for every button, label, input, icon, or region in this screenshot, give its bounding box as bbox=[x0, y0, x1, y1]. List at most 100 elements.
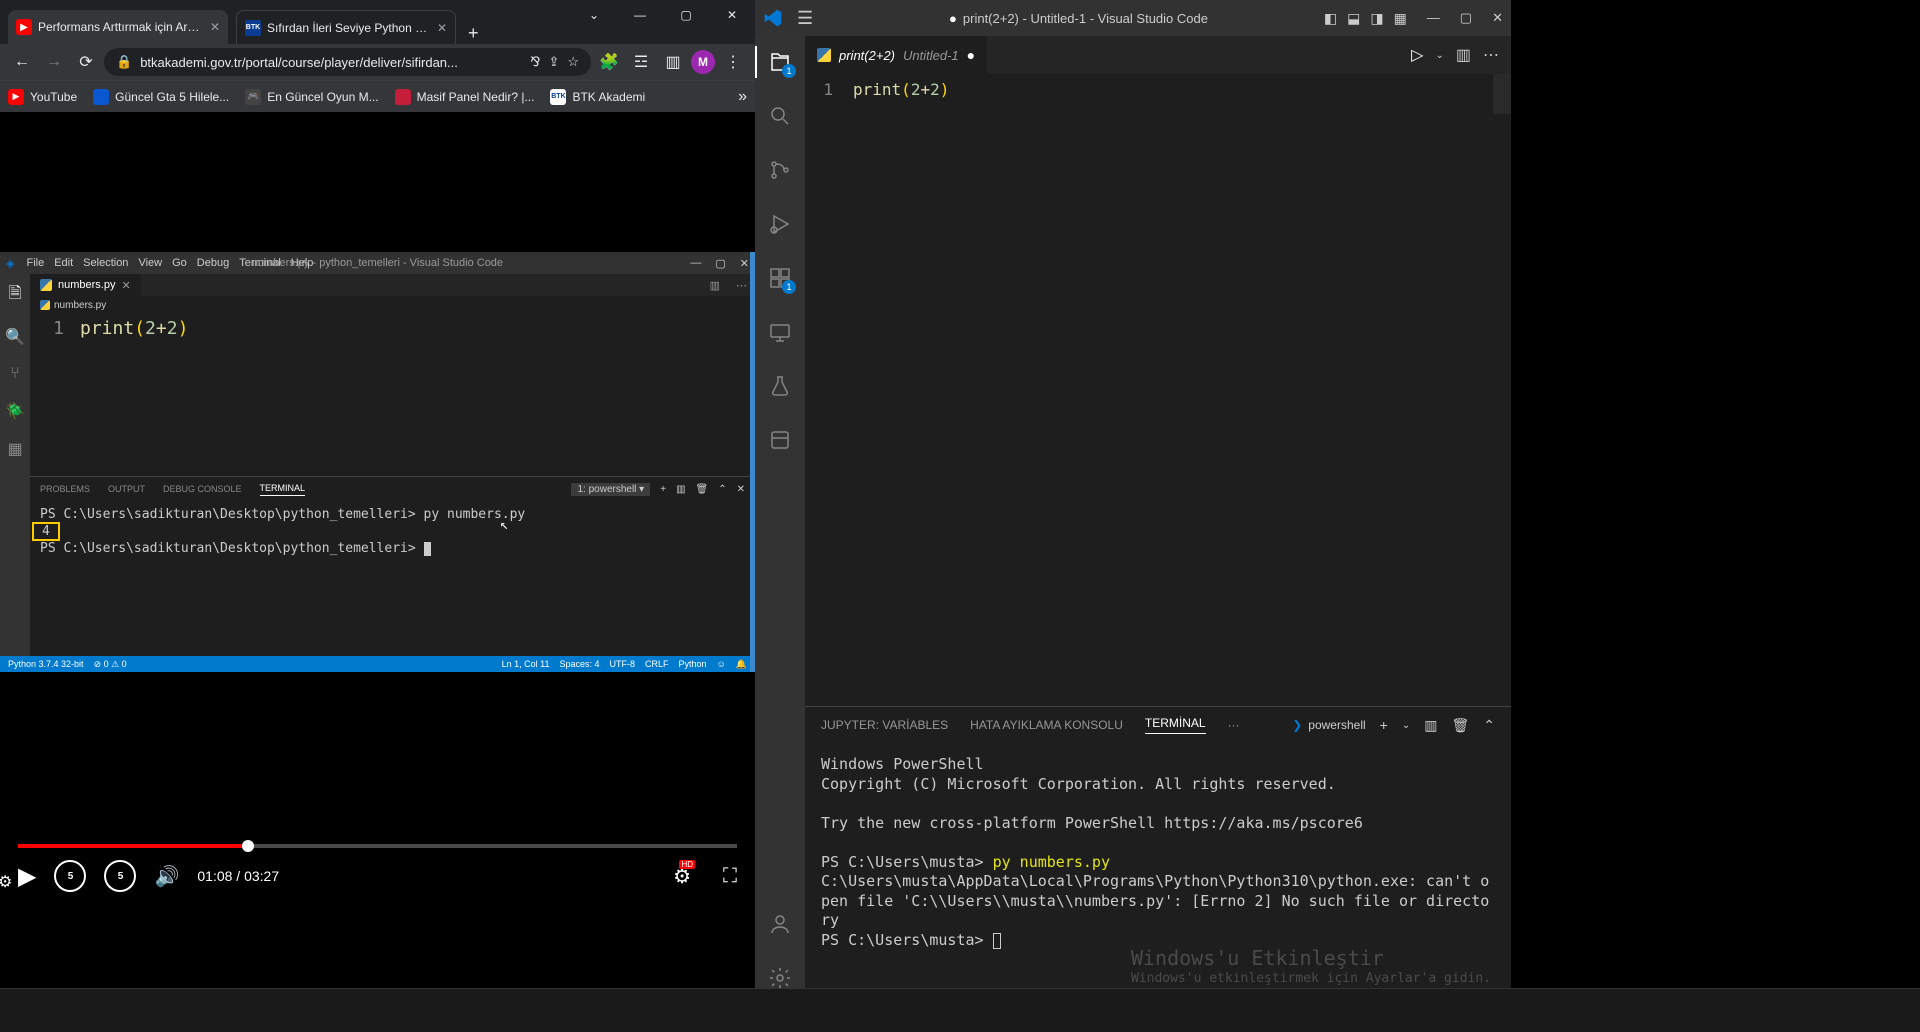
status-errors[interactable]: ⊘ 0 ⚠ 0 bbox=[94, 659, 127, 670]
status-position[interactable]: Ln 1, Col 11 bbox=[502, 659, 550, 670]
split-terminal-icon[interactable]: ▥ bbox=[1424, 717, 1437, 734]
maximize-button[interactable]: ▢ bbox=[663, 0, 709, 30]
bookmark-youtube[interactable]: ▶YouTube bbox=[8, 89, 77, 105]
extensions-icon[interactable]: ▦ bbox=[7, 439, 22, 459]
menu-view[interactable]: View bbox=[138, 257, 162, 269]
panel-tab-debug[interactable]: DEBUG CONSOLE bbox=[163, 484, 242, 494]
url-bar[interactable]: 🔒 btkakademi.gov.tr/portal/course/player… bbox=[104, 48, 591, 76]
maximize-icon[interactable]: ▢ bbox=[715, 257, 725, 270]
maximize-panel-icon[interactable]: ⌃ bbox=[1483, 717, 1495, 734]
rewind-button[interactable]: 5 bbox=[54, 860, 86, 892]
quality-settings-button[interactable]: ⚙HD bbox=[673, 864, 691, 889]
bookmarks-overflow[interactable]: » bbox=[738, 88, 747, 106]
volume-icon[interactable]: 🔊 bbox=[154, 864, 179, 889]
panel-tab-problems[interactable]: PROBLEMS bbox=[40, 484, 90, 494]
debug-icon[interactable]: 🪲 bbox=[5, 401, 25, 421]
bookmark-btk[interactable]: BTKBTK Akademi bbox=[550, 89, 645, 105]
forward-button[interactable]: 5 bbox=[104, 860, 136, 892]
browser-tab-0[interactable]: ▶ Performans Arttırmak için Araç Y... ✕ bbox=[8, 10, 228, 44]
terminal-dropdown-icon[interactable]: ⌄ bbox=[1402, 720, 1410, 731]
trash-icon[interactable]: 🗑 bbox=[1451, 717, 1469, 734]
editor-tab[interactable]: print(2+2) Untitled-1 ● bbox=[805, 36, 987, 74]
close-button[interactable]: ✕ bbox=[1492, 10, 1503, 26]
translate-icon[interactable]: ⅋ bbox=[530, 54, 540, 70]
menu-selection[interactable]: Selection bbox=[83, 257, 128, 269]
minimap[interactable] bbox=[1493, 74, 1511, 114]
minimize-button[interactable]: — bbox=[617, 0, 663, 30]
extensions-icon[interactable]: 🧩 bbox=[595, 48, 623, 76]
minimize-icon[interactable]: — bbox=[690, 257, 701, 270]
back-button[interactable]: ← bbox=[8, 48, 36, 76]
layout-panel-icon[interactable]: ⬓ bbox=[1347, 10, 1360, 27]
split-editor-icon[interactable]: ▥ bbox=[1456, 45, 1471, 65]
explorer-icon[interactable]: 1 bbox=[766, 48, 794, 76]
maximize-button[interactable]: ▢ bbox=[1460, 10, 1472, 26]
browser-tab-1[interactable]: BTK Sıfırdan İleri Seviye Python Prog...… bbox=[236, 10, 456, 44]
star-icon[interactable]: ☆ bbox=[567, 54, 579, 70]
menu-file[interactable]: File bbox=[26, 257, 44, 269]
panel-icon[interactable]: ▥ bbox=[659, 48, 687, 76]
new-terminal-icon[interactable]: + bbox=[660, 484, 666, 495]
split-terminal-icon[interactable]: ▥ bbox=[676, 484, 685, 495]
menu-edit[interactable]: Edit bbox=[54, 257, 73, 269]
close-icon[interactable]: ✕ bbox=[437, 21, 447, 35]
editor-tab[interactable]: numbers.py ✕ bbox=[30, 274, 141, 296]
fullscreen-button[interactable]: ⛶ bbox=[723, 865, 737, 888]
testing-icon[interactable] bbox=[766, 372, 794, 400]
terminal-selector[interactable]: 1: powershell ▾ bbox=[571, 483, 650, 496]
breadcrumb[interactable]: numbers.py bbox=[30, 296, 755, 314]
status-python[interactable]: Python 3.7.4 32-bit bbox=[8, 659, 84, 670]
bookmark-oyun[interactable]: 🎮En Güncel Oyun M... bbox=[245, 89, 378, 105]
reading-list-icon[interactable]: ☲ bbox=[627, 48, 655, 76]
layout-sidebar-left-icon[interactable]: ◧ bbox=[1324, 10, 1337, 27]
close-panel-icon[interactable]: ✕ bbox=[737, 484, 745, 495]
play-button[interactable]: ▶ bbox=[18, 862, 36, 891]
menu-go[interactable]: Go bbox=[172, 257, 187, 269]
terminal-shell-label[interactable]: ❯powershell bbox=[1292, 718, 1365, 732]
remote-icon[interactable] bbox=[766, 318, 794, 346]
progress-thumb[interactable] bbox=[242, 840, 254, 852]
panel-more-icon[interactable]: ··· bbox=[1228, 718, 1240, 732]
layout-customize-icon[interactable]: ▦ bbox=[1394, 10, 1407, 27]
status-encoding[interactable]: UTF-8 bbox=[610, 659, 636, 670]
source-control-icon[interactable]: ⑂ bbox=[10, 365, 20, 383]
menu-button[interactable]: ⋮ bbox=[719, 48, 747, 76]
close-button[interactable]: ✕ bbox=[709, 0, 755, 30]
panel-tab-debug[interactable]: HATA AYIKLAMA KONSOLU bbox=[970, 718, 1123, 732]
video-settings-icon[interactable]: ⚙ bbox=[0, 872, 12, 892]
status-eol[interactable]: CRLF bbox=[645, 659, 669, 670]
run-button[interactable]: ▷ bbox=[1411, 45, 1423, 65]
status-bell-icon[interactable]: 🔔 bbox=[736, 659, 747, 670]
status-feedback-icon[interactable]: ☺ bbox=[717, 659, 726, 670]
bookmark-gta[interactable]: Güncel Gta 5 Hilele... bbox=[93, 89, 229, 105]
search-icon[interactable]: 🔍 bbox=[5, 327, 25, 347]
panel-tab-terminal[interactable]: TERMİNAL bbox=[1145, 716, 1206, 734]
run-dropdown-icon[interactable]: ⌄ bbox=[1435, 50, 1443, 61]
share-icon[interactable]: ⇪ bbox=[548, 54, 559, 70]
extensions-icon[interactable]: 1 bbox=[766, 264, 794, 292]
forward-button[interactable]: → bbox=[40, 48, 68, 76]
profile-avatar[interactable]: M bbox=[691, 50, 715, 74]
new-terminal-icon[interactable]: + bbox=[1380, 717, 1388, 733]
jupyter-icon[interactable] bbox=[766, 426, 794, 454]
terminal-body[interactable]: PS C:\Users\sadikturan\Desktop\python_te… bbox=[30, 501, 755, 656]
code-editor[interactable]: 1 print(2+2) bbox=[805, 74, 1511, 706]
maximize-panel-icon[interactable]: ⌃ bbox=[718, 484, 726, 495]
source-control-icon[interactable] bbox=[766, 156, 794, 184]
new-tab-button[interactable]: + bbox=[456, 23, 491, 44]
panel-tab-output[interactable]: OUTPUT bbox=[108, 484, 145, 494]
reload-button[interactable]: ⟳ bbox=[72, 48, 100, 76]
search-icon[interactable] bbox=[766, 102, 794, 130]
files-icon[interactable]: 🗎 bbox=[9, 282, 22, 309]
panel-tab-jupyter[interactable]: JUPYTER: VARİABLES bbox=[821, 718, 948, 732]
close-icon[interactable]: ✕ bbox=[121, 279, 130, 292]
close-icon[interactable]: ✕ bbox=[210, 20, 220, 34]
account-icon[interactable] bbox=[766, 910, 794, 938]
trash-icon[interactable]: 🗑 bbox=[696, 484, 709, 495]
split-icon[interactable]: ▥ bbox=[702, 279, 728, 292]
bookmark-masif[interactable]: Masif Panel Nedir? |... bbox=[395, 89, 535, 105]
windows-taskbar[interactable] bbox=[0, 988, 1920, 1032]
menu-icon[interactable]: ☰ bbox=[797, 8, 813, 29]
panel-tab-terminal[interactable]: TERMINAL bbox=[260, 483, 306, 496]
status-spaces[interactable]: Spaces: 4 bbox=[560, 659, 600, 670]
